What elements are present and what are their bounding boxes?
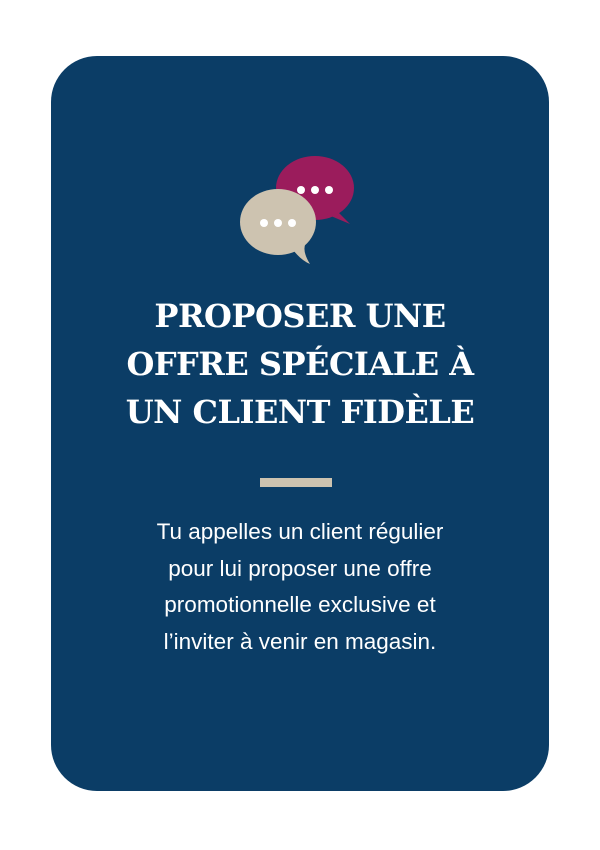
card-title: PROPOSER UNE OFFRE SPÉCIALE À UN CLIENT … xyxy=(51,292,549,436)
card-description-line: l’inviter à venir en magasin. xyxy=(163,628,437,654)
card-description-line: Tu appelles un client régulier xyxy=(156,519,444,544)
card-description-line: promotionnelle exclusive et xyxy=(164,592,436,617)
title-divider xyxy=(260,478,332,487)
speech-bubbles-icon xyxy=(238,156,356,268)
card-title-line: OFFRE SPÉCIALE À xyxy=(126,345,474,383)
front-speech-bubble-icon xyxy=(240,189,316,264)
card-description-line: pour lui proposer une offre xyxy=(168,555,432,581)
card-description: Tu appelles un client régulier pour lui … xyxy=(51,514,549,660)
card-title-line: PROPOSER UNE xyxy=(154,297,446,335)
page: PROPOSER UNE OFFRE SPÉCIALE À UN CLIENT … xyxy=(0,0,600,850)
card-title-line: UN CLIENT FIDÈLE xyxy=(125,393,475,431)
